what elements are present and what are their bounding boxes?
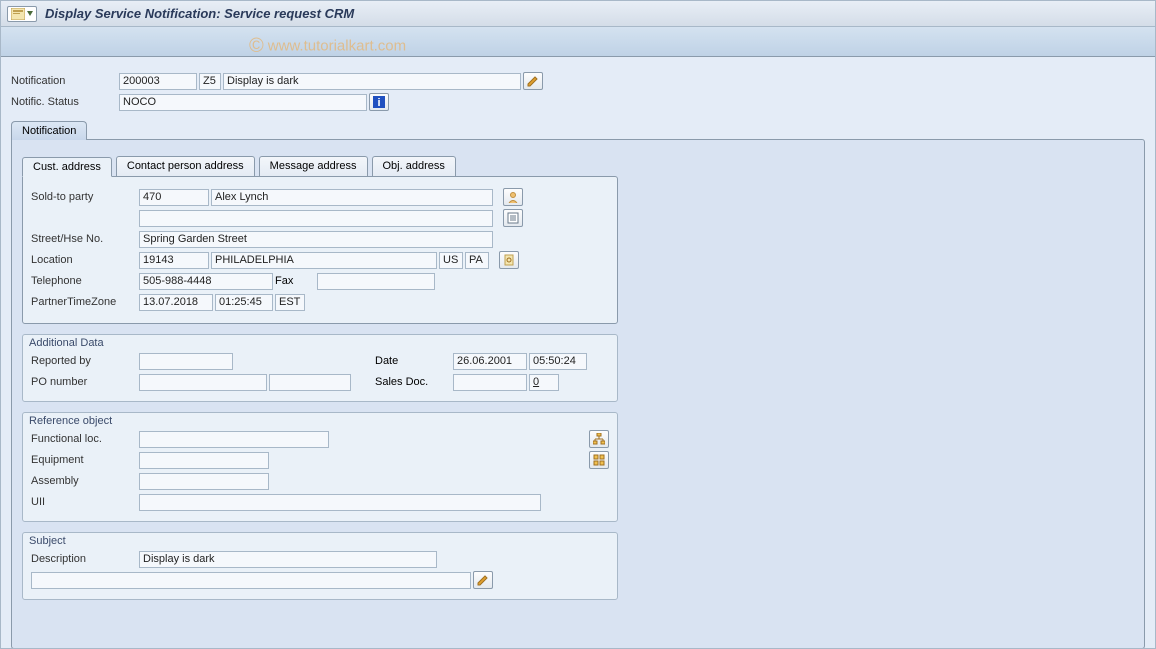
tab-message-address[interactable]: Message address [259,156,368,176]
soldto-label: Sold-to party [31,191,139,203]
notification-type-field[interactable] [199,73,221,90]
status-field[interactable] [119,94,367,111]
salesdoc-label: Sales Doc. [375,376,453,388]
soldto-number-field[interactable] [139,189,209,206]
soldto-name-field[interactable] [211,189,493,206]
equipment-structure-button[interactable] [589,451,609,469]
equipment-label: Equipment [31,454,139,466]
assembly-label: Assembly [31,475,139,487]
long-text-button[interactable] [523,72,543,90]
reference-object-group: Functional loc. Equipment [22,412,618,522]
po-number-field[interactable] [139,374,267,391]
page-title: Display Service Notification: Service re… [45,6,354,21]
pencil-icon [527,75,539,87]
funcloc-structure-button[interactable] [589,430,609,448]
list-icon [507,212,519,224]
status-label: Notific. Status [11,96,119,108]
city-field[interactable] [211,252,437,269]
address-detail-button[interactable] [499,251,519,269]
funcloc-label: Functional loc. [31,433,139,445]
timezone-label: PartnerTimeZone [31,296,139,308]
hierarchy-icon [593,433,605,445]
main-tabstrip: Notification Cust. address Contact perso… [11,120,1145,649]
tz-zone-field[interactable] [275,294,305,311]
street-field[interactable] [139,231,493,248]
application-toolbar [1,27,1155,57]
titlebar: Display Service Notification: Service re… [1,1,1155,27]
pencil-icon [477,574,489,586]
status-info-button[interactable]: i [369,93,389,111]
cust-address-panel: Sold-to party [22,176,618,324]
assembly-field[interactable] [139,473,269,490]
salesdoc-field[interactable] [453,374,527,391]
tz-date-field[interactable] [139,294,213,311]
country-field[interactable] [439,252,463,269]
description-field[interactable] [139,551,437,568]
soldto-extra-field[interactable] [139,210,493,227]
uii-label: UII [31,496,139,508]
location-label: Location [31,254,139,266]
additional-data-group: Reported by Date PO number Sales Doc. [22,334,618,402]
equipment-field[interactable] [139,452,269,469]
time-field[interactable] [529,353,587,370]
tab-contact-person-address[interactable]: Contact person address [116,156,255,176]
date-label: Date [375,355,453,367]
telephone-label: Telephone [31,275,139,287]
notification-number-field[interactable] [119,73,197,90]
reportedby-label: Reported by [31,355,139,367]
notification-panel: Cust. address Contact person address Mes… [11,139,1145,649]
tab-cust-address[interactable]: Cust. address [22,157,112,177]
address-list-button[interactable] [503,209,523,227]
fax-field[interactable] [317,273,435,290]
tab-obj-address[interactable]: Obj. address [372,156,456,176]
notification-label: Notification [11,75,119,87]
dropdown-arrow-icon [27,11,33,17]
uii-field[interactable] [139,494,541,511]
document-icon [503,254,515,266]
subject-group: Description [22,532,618,600]
fax-label: Fax [275,275,317,287]
tab-notification[interactable]: Notification [11,121,87,140]
salesdoc-item-field[interactable] [529,374,559,391]
date-field[interactable] [453,353,527,370]
po-label: PO number [31,376,139,388]
address-tabstrip: Cust. address Contact person address Mes… [22,156,1134,176]
subject-longtext-field[interactable] [31,572,471,589]
funcloc-field[interactable] [139,431,329,448]
postcode-field[interactable] [139,252,209,269]
tz-time-field[interactable] [215,294,273,311]
form-icon [11,8,25,20]
partner-display-button[interactable] [503,188,523,206]
description-label: Description [31,553,139,565]
hierarchy2-icon [593,454,605,466]
notification-text-field[interactable] [223,73,521,90]
subject-longtext-button[interactable] [473,571,493,589]
person-icon [507,191,519,203]
region-field[interactable] [465,252,489,269]
po-number2-field[interactable] [269,374,351,391]
street-label: Street/Hse No. [31,233,139,245]
info-icon: i [373,96,385,108]
telephone-field[interactable] [139,273,273,290]
content-area: Notification Notific. Status i Notificat… [1,57,1155,648]
svg-text:i: i [377,97,380,108]
reportedby-field[interactable] [139,353,233,370]
menu-button[interactable] [7,6,37,22]
